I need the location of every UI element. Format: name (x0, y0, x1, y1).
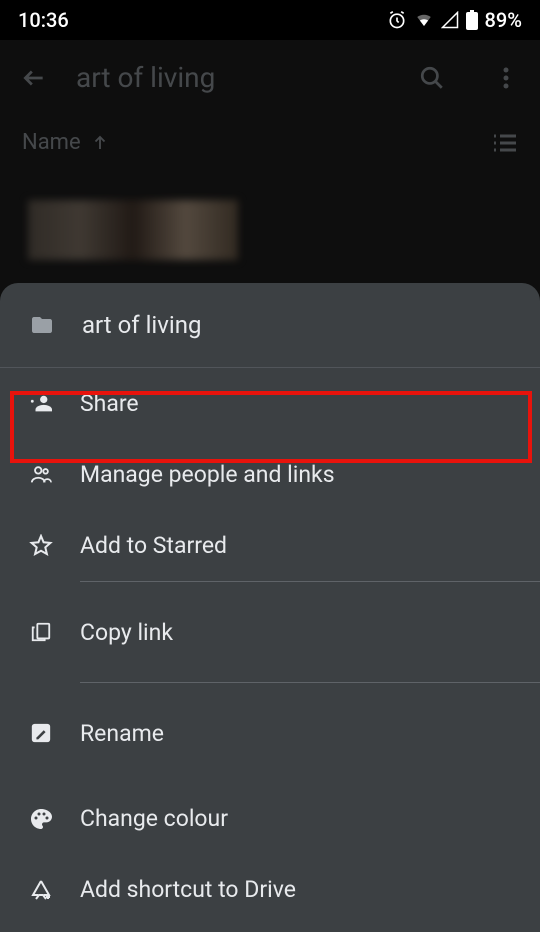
sheet-folder-name: art of living (82, 311, 201, 339)
signal-icon (441, 11, 459, 29)
search-icon[interactable] (418, 64, 446, 92)
arrow-up-icon (91, 134, 109, 152)
sort-label: Name (22, 130, 81, 155)
menu-label: Manage people and links (80, 461, 335, 488)
star-icon (28, 534, 54, 558)
drive-shortcut-icon (28, 878, 54, 902)
battery-percent: 89% (485, 8, 522, 32)
menu-label: Rename (80, 720, 164, 747)
view-list-icon[interactable] (492, 133, 518, 153)
wifi-icon (413, 11, 435, 29)
people-icon (28, 464, 54, 486)
menu-manage-people[interactable]: Manage people and links (0, 439, 540, 510)
copy-icon (28, 619, 54, 645)
menu-add-shortcut[interactable]: Add shortcut to Drive (0, 854, 540, 925)
status-bar: 10:36 89% (0, 0, 540, 40)
status-icons: 89% (387, 8, 522, 32)
menu-share[interactable]: Share (0, 368, 540, 439)
menu-copy-link[interactable]: Copy link (0, 582, 540, 682)
battery-icon (465, 10, 479, 30)
menu-label: Add shortcut to Drive (80, 876, 296, 903)
app-bar: art of living (0, 40, 540, 115)
folder-icon (28, 313, 56, 337)
folder-title: art of living (76, 61, 390, 94)
menu-rename[interactable]: Rename (0, 683, 540, 783)
person-add-icon (28, 393, 54, 415)
rename-icon (28, 722, 54, 744)
menu-add-starred[interactable]: Add to Starred (0, 510, 540, 581)
back-icon[interactable] (20, 64, 48, 92)
alarm-icon (387, 10, 407, 30)
sheet-header: art of living (0, 283, 540, 368)
menu-label: Add to Starred (80, 532, 227, 559)
sort-row: Name (0, 115, 540, 170)
menu-label: Share (80, 390, 139, 417)
status-time: 10:36 (18, 8, 69, 32)
file-thumbnail[interactable] (28, 200, 238, 260)
menu-label: Copy link (80, 619, 173, 646)
menu-label: Change colour (80, 805, 228, 832)
palette-icon (28, 807, 54, 831)
bottom-sheet: art of living Share Manage people and li… (0, 283, 540, 932)
menu-change-colour[interactable]: Change colour (0, 783, 540, 854)
sort-button[interactable]: Name (22, 130, 109, 155)
more-icon[interactable] (492, 64, 520, 92)
